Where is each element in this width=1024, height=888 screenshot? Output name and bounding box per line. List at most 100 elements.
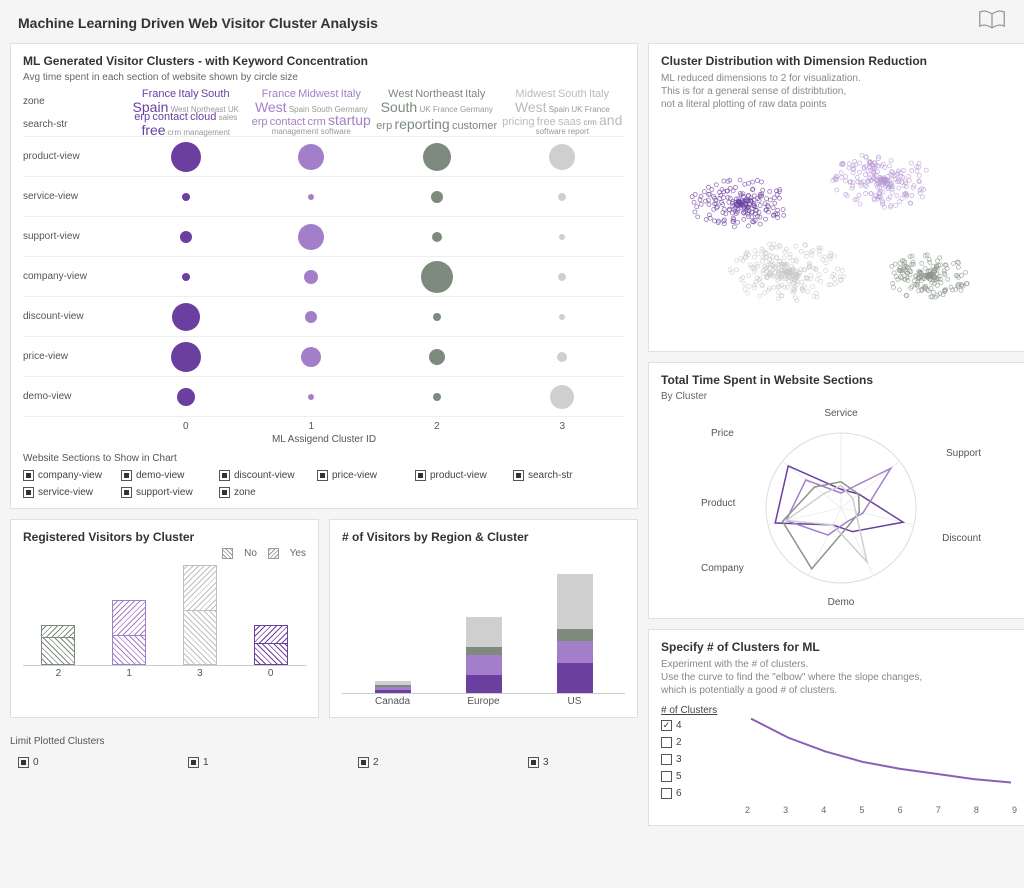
bubble-price-view-c3[interactable] [557, 352, 567, 362]
cluster-id-2: 2 [374, 421, 500, 432]
cluster-id-0: 0 [123, 421, 249, 432]
filter-price-view[interactable]: price-view [317, 470, 397, 481]
filter-discount-view[interactable]: discount-view [219, 470, 299, 481]
bubble-discount-view-c1[interactable] [305, 311, 317, 323]
elbow-chart: 23456789 [741, 705, 1021, 815]
bubble-company-view-c0[interactable] [182, 273, 190, 281]
elbow-tick-6: 6 [898, 805, 903, 815]
elbow-tick-4: 4 [821, 805, 826, 815]
checkbox-icon [528, 757, 539, 768]
elbow-panel: Specify # of Clusters for ML Experiment … [648, 629, 1024, 826]
reg-xlabel-1: 1 [104, 666, 155, 679]
bubble-demo-view-c3[interactable] [550, 385, 574, 409]
cluster-count-option-3[interactable]: 3 [661, 754, 731, 765]
reg-xlabel-2: 2 [33, 666, 84, 679]
reg-bar-1[interactable] [104, 566, 155, 665]
bubble-panel-title: ML Generated Visitor Clusters - with Key… [23, 54, 625, 68]
cluster-id-3: 3 [500, 421, 626, 432]
row-label-price-view: price-view [23, 351, 123, 362]
cluster-count-option-4[interactable]: 4 [661, 720, 731, 731]
limit-cluster-1[interactable]: 1 [188, 757, 268, 768]
bubble-price-view-c1[interactable] [301, 347, 321, 367]
bubble-support-view-c3[interactable] [559, 234, 565, 240]
registered-panel: Registered Visitors by Cluster No Yes 21… [10, 519, 319, 718]
limit-cluster-0[interactable]: 0 [18, 757, 98, 768]
bubble-demo-view-c2[interactable] [433, 393, 441, 401]
filter-product-view[interactable]: product-view [415, 470, 495, 481]
radar-axis-demo: Demo [828, 597, 855, 608]
bubble-demo-view-c1[interactable] [308, 394, 314, 400]
limit-cluster-2[interactable]: 2 [358, 757, 438, 768]
limit-cluster-3[interactable]: 3 [528, 757, 608, 768]
checkbox-icon [121, 487, 132, 498]
bubble-support-view-c0[interactable] [180, 231, 192, 243]
radar-axis-service: Service [824, 408, 857, 419]
elbow-opts-label: # of Clusters [661, 705, 731, 716]
bubble-product-view-c1[interactable] [298, 144, 324, 170]
filter-company-view[interactable]: company-view [23, 470, 103, 481]
registered-legend: No Yes [23, 548, 306, 562]
region-bar-US[interactable] [544, 554, 605, 693]
region-panel: # of Visitors by Region & Cluster Canada… [329, 519, 638, 718]
sections-filter-label: Website Sections to Show in Chart [23, 453, 625, 464]
region-bar-Europe[interactable] [453, 554, 514, 693]
scatter-note: ML reduced dimensions to 2 for visualiza… [661, 72, 1021, 111]
radar-axis-support: Support [946, 448, 981, 459]
filter-search-str[interactable]: search-str [513, 470, 593, 481]
bubble-product-view-c0[interactable] [171, 142, 201, 172]
legend-no-label: No [244, 548, 257, 559]
filter-support-view[interactable]: support-view [121, 487, 201, 498]
cluster-count-option-6[interactable]: 6 [661, 788, 731, 799]
bubble-support-view-c1[interactable] [298, 224, 324, 250]
radar-title: Total Time Spent in Website Sections [661, 373, 1021, 387]
bubble-price-view-c0[interactable] [171, 342, 201, 372]
checkbox-icon [317, 470, 328, 481]
bubble-demo-view-c0[interactable] [177, 388, 195, 406]
region-bar-Canada[interactable] [362, 554, 423, 693]
bubble-company-view-c1[interactable] [304, 270, 318, 284]
bubble-product-view-c2[interactable] [423, 143, 451, 171]
bubble-discount-view-c0[interactable] [172, 303, 200, 331]
cluster-count-option-2[interactable]: 2 [661, 737, 731, 748]
region-title: # of Visitors by Region & Cluster [342, 530, 625, 544]
scatter-title: Cluster Distribution with Dimension Redu… [661, 54, 1021, 68]
checkbox-icon [219, 470, 230, 481]
bubble-matrix: zone France Italy South Spain West North… [23, 89, 625, 417]
bubble-company-view-c3[interactable] [558, 273, 566, 281]
reg-bar-0[interactable] [245, 566, 296, 665]
checkbox-icon [358, 757, 369, 768]
elbow-tick-5: 5 [859, 805, 864, 815]
reg-xlabel-0: 0 [245, 666, 296, 679]
bubble-service-view-c0[interactable] [182, 193, 190, 201]
filter-zone[interactable]: zone [219, 487, 299, 498]
legend-swatch-yes [268, 548, 279, 559]
checkbox-icon [415, 470, 426, 481]
manual-icon[interactable] [978, 10, 1006, 35]
bubble-price-view-c2[interactable] [429, 349, 445, 365]
bubble-discount-view-c3[interactable] [559, 314, 565, 320]
region-xlabel-US: US [544, 694, 605, 707]
elbow-title: Specify # of Clusters for ML [661, 640, 1021, 654]
region-xlabel-Canada: Canada [362, 694, 423, 707]
row-label-support-view: support-view [23, 231, 123, 242]
scatter-panel: Cluster Distribution with Dimension Redu… [648, 43, 1024, 352]
bubble-service-view-c2[interactable] [431, 191, 443, 203]
cluster-id-1: 1 [249, 421, 375, 432]
bubble-support-view-c2[interactable] [432, 232, 442, 242]
bubble-product-view-c3[interactable] [549, 144, 575, 170]
bubble-service-view-c1[interactable] [308, 194, 314, 200]
radar-axis-product: Product [701, 498, 735, 509]
radar-subtitle: By Cluster [661, 391, 1021, 402]
reg-bar-3[interactable] [175, 566, 226, 665]
bubble-service-view-c3[interactable] [558, 193, 566, 201]
filter-service-view[interactable]: service-view [23, 487, 103, 498]
bubble-discount-view-c2[interactable] [433, 313, 441, 321]
reg-bar-2[interactable] [33, 566, 84, 665]
cluster-count-option-5[interactable]: 5 [661, 771, 731, 782]
reg-xlabel-3: 3 [175, 666, 226, 679]
page-title: Machine Learning Driven Web Visitor Clus… [18, 15, 378, 31]
bubble-x-axis-title: ML Assigend Cluster ID [23, 434, 625, 445]
filter-demo-view[interactable]: demo-view [121, 470, 201, 481]
bubble-company-view-c2[interactable] [421, 261, 453, 293]
elbow-tick-7: 7 [936, 805, 941, 815]
